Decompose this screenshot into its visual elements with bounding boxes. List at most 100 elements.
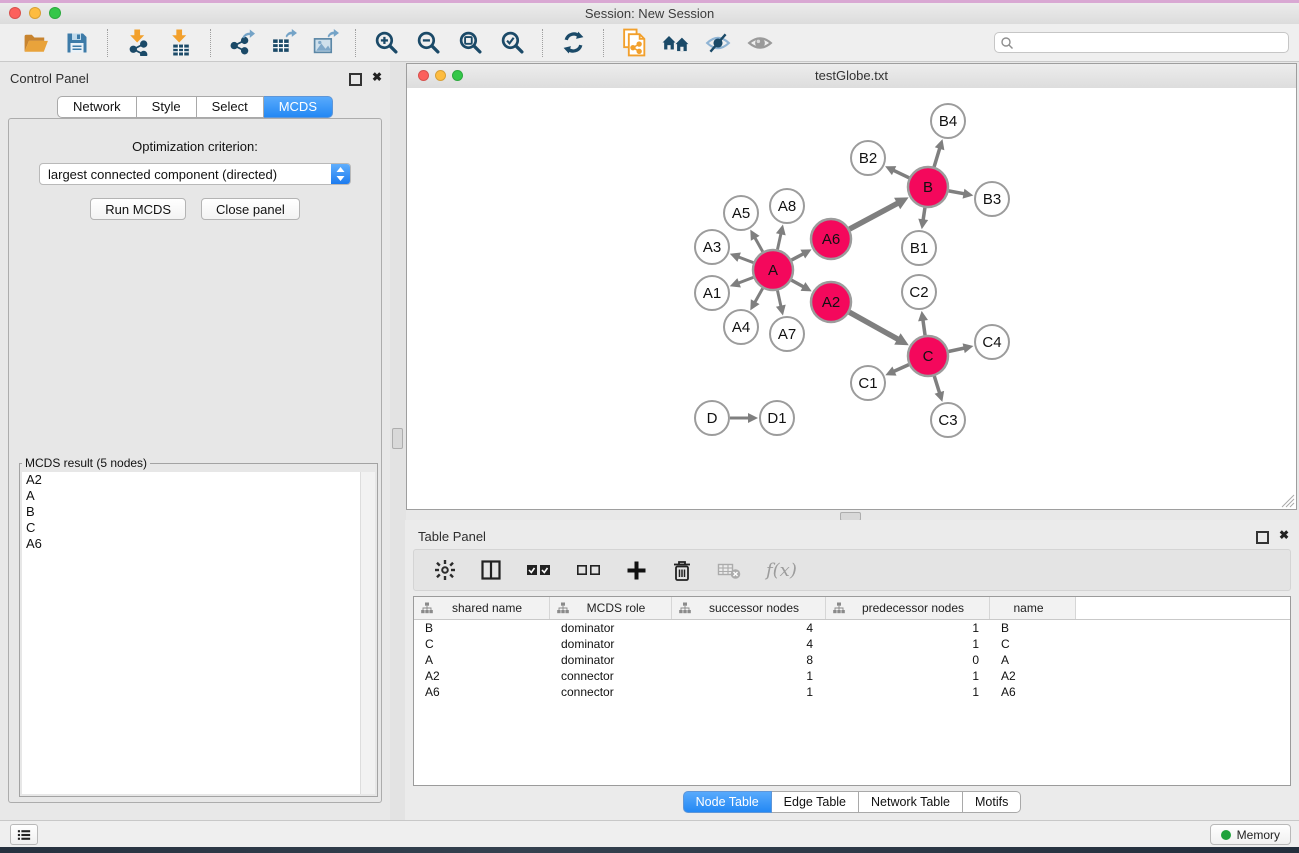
table-cell-name[interactable]: A6 — [990, 685, 1076, 699]
export-image-icon[interactable] — [309, 28, 341, 58]
graph-edge-C-C1[interactable] — [894, 365, 909, 372]
minimize-window-button[interactable] — [29, 7, 41, 19]
save-session-icon[interactable] — [61, 28, 93, 58]
refresh-view-icon[interactable] — [557, 28, 589, 58]
table-cell-predecessor-nodes[interactable]: 1 — [826, 669, 990, 683]
network-window-titlebar[interactable]: testGlobe.txt — [407, 64, 1296, 89]
add-column-plus-icon[interactable] — [626, 560, 647, 581]
table-row[interactable]: A2connector11A2 — [414, 668, 1290, 684]
graph-edge-A6-B[interactable] — [850, 203, 899, 229]
table-cell-shared-name[interactable]: B — [414, 621, 550, 635]
table-cell-predecessor-nodes[interactable]: 0 — [826, 653, 990, 667]
table-row[interactable]: Cdominator41C — [414, 636, 1290, 652]
result-scrollbar[interactable] — [360, 472, 375, 794]
mcds-result-list[interactable]: A2ABCA6 — [22, 472, 361, 794]
hide-selected-eye-icon[interactable] — [702, 28, 734, 58]
column-show-icon[interactable] — [480, 559, 502, 581]
table-cell-mcds-role[interactable]: dominator — [550, 653, 672, 667]
graph-edge-C-C2[interactable] — [923, 320, 925, 335]
home-networks-icon[interactable] — [660, 28, 692, 58]
graph-edge-A-A7[interactable] — [777, 291, 781, 307]
tab-edge-table[interactable]: Edge Table — [772, 791, 859, 813]
tab-node-table[interactable]: Node Table — [683, 791, 772, 813]
graph-edge-A-A1[interactable] — [738, 277, 753, 283]
search-input[interactable] — [1014, 34, 1288, 52]
table-cell-mcds-role[interactable]: dominator — [550, 621, 672, 635]
graph-edge-A-A2[interactable] — [791, 280, 803, 287]
network-minimize-button[interactable] — [435, 70, 446, 81]
graph-edge-A-A5[interactable] — [755, 237, 763, 251]
panel-splitter[interactable] — [390, 62, 406, 820]
network-close-button[interactable] — [418, 70, 429, 81]
export-network-icon[interactable] — [225, 28, 257, 58]
graph-edge-B-B1[interactable] — [923, 208, 925, 221]
table-settings-gear-icon[interactable] — [434, 559, 456, 581]
column-header-name[interactable]: name — [990, 597, 1076, 619]
open-file-icon[interactable] — [19, 28, 51, 58]
tab-style[interactable]: Style — [137, 96, 197, 118]
table-cell-predecessor-nodes[interactable]: 1 — [826, 637, 990, 651]
graph-edge-C-C4[interactable] — [949, 348, 965, 352]
table-row[interactable]: Bdominator41B — [414, 620, 1290, 636]
table-cell-successor-nodes[interactable]: 1 — [672, 685, 826, 699]
mcds-result-item[interactable]: A2 — [22, 472, 361, 488]
import-table-icon[interactable] — [164, 28, 196, 58]
dropdown-stepper-icon[interactable] — [331, 164, 350, 184]
zoom-out-icon[interactable] — [412, 28, 444, 58]
graph-edge-C-C3[interactable] — [934, 376, 939, 393]
table-splitter[interactable] — [406, 510, 1299, 520]
table-cell-mcds-role[interactable]: connector — [550, 685, 672, 699]
tab-select[interactable]: Select — [197, 96, 264, 118]
table-cell-name[interactable]: A — [990, 653, 1076, 667]
criterion-dropdown[interactable]: largest connected component (directed) — [39, 163, 351, 185]
float-panel-icon[interactable] — [349, 73, 362, 86]
memory-button[interactable]: Memory — [1210, 824, 1291, 845]
table-cell-predecessor-nodes[interactable]: 1 — [826, 621, 990, 635]
deselect-all-checks-icon[interactable] — [576, 563, 602, 577]
graph-edge-B-B2[interactable] — [893, 170, 909, 178]
table-row[interactable]: A6connector11A6 — [414, 684, 1290, 700]
table-cell-successor-nodes[interactable]: 4 — [672, 621, 826, 635]
splitter-grip-icon[interactable] — [392, 428, 403, 449]
column-header-successor-nodes[interactable]: successor nodes — [672, 597, 826, 619]
graph-edge-A-A4[interactable] — [755, 288, 763, 302]
float-panel-icon[interactable] — [1256, 531, 1269, 544]
column-header-predecessor-nodes[interactable]: predecessor nodes — [826, 597, 990, 619]
table-cell-successor-nodes[interactable]: 8 — [672, 653, 826, 667]
graph-edge-A-A8[interactable] — [777, 233, 781, 249]
mcds-result-item[interactable]: C — [22, 520, 361, 536]
search-field[interactable] — [994, 32, 1289, 53]
column-header-mcds-role[interactable]: MCDS role — [550, 597, 672, 619]
zoom-selected-icon[interactable] — [496, 28, 528, 58]
close-window-button[interactable] — [9, 7, 21, 19]
table-cell-shared-name[interactable]: A — [414, 653, 550, 667]
task-history-button[interactable] — [10, 824, 38, 845]
select-all-checks-icon[interactable] — [526, 563, 552, 577]
close-panel-icon[interactable]: ✖ — [1279, 529, 1289, 541]
tab-network-table[interactable]: Network Table — [859, 791, 963, 813]
tab-network[interactable]: Network — [57, 96, 137, 118]
export-table-icon[interactable] — [267, 28, 299, 58]
table-row[interactable]: Adominator80A — [414, 652, 1290, 668]
table-cell-predecessor-nodes[interactable]: 1 — [826, 685, 990, 699]
network-file-icon[interactable] — [618, 28, 650, 58]
tab-mcds[interactable]: MCDS — [264, 96, 333, 118]
table-cell-successor-nodes[interactable]: 1 — [672, 669, 826, 683]
zoom-in-icon[interactable] — [370, 28, 402, 58]
show-eye-icon[interactable] — [744, 28, 776, 58]
import-network-icon[interactable] — [122, 28, 154, 58]
mcds-result-item[interactable]: B — [22, 504, 361, 520]
table-cell-successor-nodes[interactable]: 4 — [672, 637, 826, 651]
table-cell-name[interactable]: B — [990, 621, 1076, 635]
table-cell-name[interactable]: C — [990, 637, 1076, 651]
window-resize-grip-icon[interactable] — [1280, 493, 1295, 508]
zoom-fit-icon[interactable] — [454, 28, 486, 58]
close-panel-icon[interactable]: ✖ — [372, 71, 382, 83]
mcds-result-item[interactable]: A6 — [22, 536, 361, 552]
tab-motifs[interactable]: Motifs — [963, 791, 1021, 813]
close-panel-button[interactable]: Close panel — [201, 198, 300, 220]
column-header-shared-name[interactable]: shared name — [414, 597, 550, 619]
graph-edge-A2-C[interactable] — [849, 312, 898, 339]
table-cell-mcds-role[interactable]: connector — [550, 669, 672, 683]
graph-edge-B-B4[interactable] — [934, 148, 940, 167]
